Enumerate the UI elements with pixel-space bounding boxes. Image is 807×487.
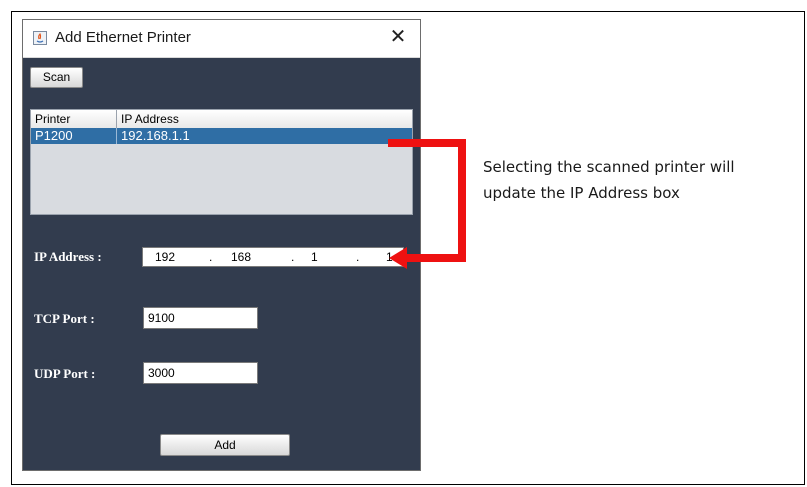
arrow-line <box>388 139 466 262</box>
arrow-head <box>389 247 407 269</box>
annotation-text: Selecting the scanned printer will updat… <box>483 154 803 206</box>
callout-arrow <box>388 139 466 269</box>
annotation-line-1: Selecting the scanned printer will <box>483 158 735 176</box>
annotation-line-2: update the IP Address box <box>483 184 680 202</box>
